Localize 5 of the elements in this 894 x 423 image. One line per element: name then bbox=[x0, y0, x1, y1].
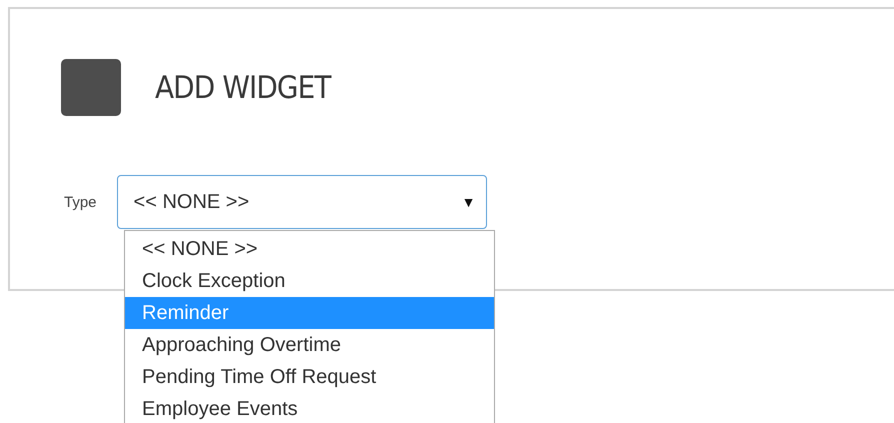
card-title: ADD WIDGET bbox=[155, 70, 331, 106]
type-select[interactable]: << NONE >> ▼ bbox=[116, 175, 487, 229]
type-label: Type bbox=[64, 194, 97, 210]
caret-icon: ▼ bbox=[462, 194, 476, 210]
widget-icon bbox=[61, 59, 121, 116]
